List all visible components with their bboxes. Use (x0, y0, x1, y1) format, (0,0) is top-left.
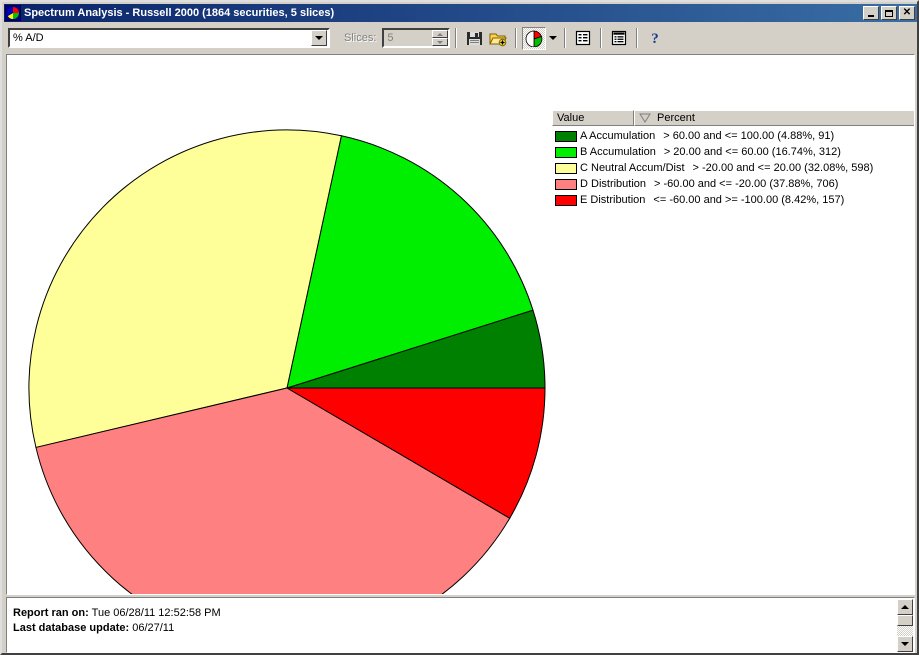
triangle-up-icon (901, 605, 909, 609)
stepper-down-icon[interactable] (432, 38, 449, 46)
list-view-button[interactable] (571, 27, 595, 50)
legend-swatch (555, 162, 577, 174)
chevron-down-icon (548, 36, 557, 40)
slices-value: 5 (387, 32, 394, 44)
toolbar-separator (636, 28, 639, 48)
list-view-icon (576, 30, 591, 46)
report-updated-value: 06/27/11 (132, 622, 175, 634)
toolbar-separator (600, 28, 603, 48)
close-button[interactable]: ✕ (899, 6, 915, 20)
svg-text:?: ? (652, 31, 660, 46)
window-controls: ✕ (863, 6, 916, 20)
legend-item[interactable]: D Distribution > -60.00 and <= -20.00 (3… (552, 176, 914, 192)
legend: Value Percent A Accumulation > 60.00 and… (552, 110, 914, 210)
scrollbar-thumb[interactable] (897, 615, 913, 626)
legend-item-range: > -60.00 and <= -20.00 (37.88%, 706) (654, 178, 839, 190)
title-bar: Spectrum Analysis - Russell 2000 (1864 s… (4, 4, 917, 22)
report-view-button[interactable] (607, 27, 631, 50)
maximize-button[interactable] (881, 6, 897, 20)
pie-chart-view-button[interactable] (522, 26, 547, 50)
indicator-select[interactable]: % A/D (8, 28, 330, 48)
slices-label: Slices: (344, 32, 377, 44)
legend-column-percent-label: Percent (657, 112, 695, 124)
report-vertical-scrollbar[interactable] (897, 599, 913, 652)
legend-swatch (555, 130, 577, 142)
legend-item-label: C Neutral Accum/Dist (580, 162, 685, 174)
open-folder-button[interactable] (486, 27, 510, 50)
toolbar-separator (515, 28, 518, 48)
chart-pane: Value Percent A Accumulation > 60.00 and… (6, 54, 915, 595)
chevron-down-icon[interactable] (311, 30, 327, 46)
sort-descending-icon (639, 112, 651, 124)
save-icon (466, 31, 482, 45)
legend-swatch (555, 178, 577, 190)
help-button[interactable]: ? (643, 27, 667, 50)
toolbar: % A/D Slices: 5 ? (4, 24, 917, 52)
legend-column-percent[interactable]: Percent (634, 110, 914, 126)
legend-item-label: E Distribution (580, 194, 646, 206)
legend-header: Value Percent (552, 110, 914, 126)
legend-rows: A Accumulation > 60.00 and <= 100.00 (4.… (552, 126, 914, 208)
report-ran-on-label: Report ran on: (13, 607, 89, 619)
legend-item-label: A Accumulation (580, 130, 656, 142)
pie-chart-icon (5, 5, 21, 21)
legend-swatch (555, 146, 577, 158)
legend-item-label: D Distribution (580, 178, 647, 190)
indicator-select-value: % A/D (13, 32, 44, 44)
minimize-button[interactable] (863, 6, 879, 20)
report-updated-label: Last database update: (13, 622, 130, 634)
triangle-down-icon (901, 642, 909, 646)
report-pane: Report ran on: Tue 06/28/11 12:52:58 PM … (6, 597, 915, 653)
legend-item-label: B Accumulation (580, 146, 656, 158)
scroll-up-button[interactable] (897, 599, 913, 615)
report-ran-on-value: Tue 06/28/11 12:52:58 PM (91, 607, 221, 619)
legend-item[interactable]: C Neutral Accum/Dist > -20.00 and <= 20.… (552, 160, 914, 176)
scrollbar-track[interactable] (897, 626, 913, 636)
legend-item-range: > -20.00 and <= 20.00 (32.08%, 598) (692, 162, 874, 174)
open-folder-add-icon (489, 33, 508, 46)
stepper-up-icon[interactable] (432, 30, 449, 38)
save-button[interactable] (462, 27, 486, 50)
toolbar-separator (455, 28, 458, 48)
report-view-icon (612, 30, 627, 46)
application-window: Spectrum Analysis - Russell 2000 (1864 s… (0, 0, 919, 655)
legend-column-value[interactable]: Value (552, 110, 634, 126)
legend-item-range: > 60.00 and <= 100.00 (4.88%, 91) (663, 130, 835, 142)
pie-chart-icon (526, 30, 543, 47)
toolbar-separator (564, 28, 567, 48)
slices-stepper[interactable]: 5 (382, 28, 451, 48)
pie-chart (28, 129, 546, 594)
legend-item-range: > 20.00 and <= 60.00 (16.74%, 312) (663, 146, 841, 158)
report-ran-on-line: Report ran on: Tue 06/28/11 12:52:58 PM (7, 598, 914, 621)
legend-swatch (555, 194, 577, 206)
legend-item[interactable]: E Distribution <= -60.00 and >= -100.00 … (552, 192, 914, 208)
legend-item-range: <= -60.00 and >= -100.00 (8.42%, 157) (653, 194, 845, 206)
slices-stepper-buttons[interactable] (432, 30, 449, 46)
scroll-down-button[interactable] (897, 636, 913, 652)
legend-item[interactable]: B Accumulation > 20.00 and <= 60.00 (16.… (552, 144, 914, 160)
help-icon: ? (652, 31, 660, 46)
window-title: Spectrum Analysis - Russell 2000 (1864 s… (24, 7, 335, 19)
report-updated-line: Last database update: 06/27/11 (7, 621, 914, 636)
chart-type-dropdown-button[interactable] (546, 27, 559, 50)
legend-item[interactable]: A Accumulation > 60.00 and <= 100.00 (4.… (552, 128, 914, 144)
